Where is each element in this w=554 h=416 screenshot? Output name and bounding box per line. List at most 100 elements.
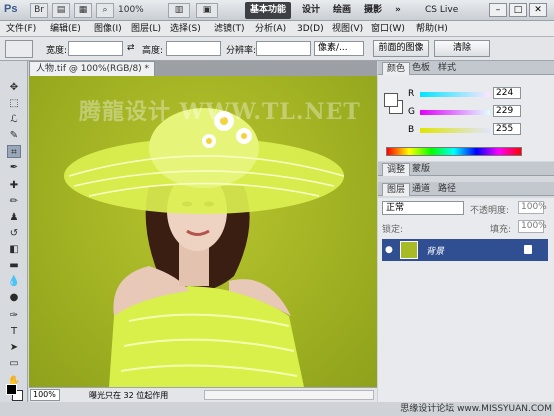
tab-styles[interactable]: 样式 [434, 62, 460, 75]
crop-preset-icon[interactable] [5, 40, 33, 58]
tab-adjustments[interactable]: 调整 [382, 163, 411, 176]
brush-tool-icon[interactable]: ✏ [7, 195, 21, 208]
shape-tool-icon[interactable]: ▭ [7, 357, 21, 370]
b-value[interactable]: 255 [493, 123, 521, 135]
pen-tool-icon[interactable]: ✑ [7, 309, 21, 322]
blend-mode-select[interactable]: 正常 [382, 201, 464, 215]
visibility-eye-icon[interactable]: ● [385, 245, 395, 255]
workspace-design[interactable]: 设计 [297, 2, 325, 19]
fill-input[interactable]: 100% [518, 220, 547, 233]
menu-filter[interactable]: 滤镜(T) [214, 22, 245, 36]
height-label: 高度: [142, 46, 164, 56]
menu-image[interactable]: 图像(I) [94, 22, 122, 36]
tools-panel: ✥ ⬚ ℒ ✎ ⌗ ✒ ✚ ✏ ♟ ↺ ◧ ▬ 💧 ● ✑ T ➤ ▭ ✋ ⌕ [0, 61, 28, 403]
swap-icon[interactable]: ⇄ [127, 43, 135, 53]
photoshop-window: Ps Br ▤ ▦ ⌕ 100% ▥ ▣ 基本功能 设计 绘画 摄影 » CS … [0, 0, 554, 416]
layer-row-background[interactable]: ● 背景 [382, 239, 548, 261]
healing-brush-tool-icon[interactable]: ✚ [7, 179, 21, 192]
app-bar: Ps Br ▤ ▦ ⌕ 100% ▥ ▣ 基本功能 设计 绘画 摄影 » CS … [0, 0, 554, 21]
status-message: 曝光只在 32 位起作用 [89, 391, 169, 400]
maximize-button[interactable]: □ [509, 3, 527, 17]
zoom-select[interactable]: 100% [118, 3, 164, 18]
fill-label: 填充: [490, 225, 512, 235]
type-tool-icon[interactable]: T [7, 325, 21, 338]
tab-layers[interactable]: 图层 [382, 183, 411, 196]
bridge-icon[interactable]: Br [30, 3, 48, 18]
clear-button[interactable]: 清除 [434, 40, 490, 57]
resolution-input[interactable] [256, 41, 311, 56]
ps-logo: Ps [4, 3, 18, 15]
opacity-label: 不透明度: [470, 206, 510, 216]
close-button[interactable]: ✕ [529, 3, 547, 17]
tab-masks[interactable]: 蒙版 [408, 163, 434, 176]
minibridge-icon[interactable]: ▤ [52, 3, 70, 18]
adjust-panel-tabs: 调整 蒙版 [378, 162, 554, 176]
quick-select-tool-icon[interactable]: ✎ [7, 129, 21, 142]
eraser-tool-icon[interactable]: ◧ [7, 243, 21, 256]
canvas-image[interactable]: 腾龍设计 WWW.TL.NET [29, 76, 377, 387]
menu-analysis[interactable]: 分析(A) [255, 22, 286, 36]
menu-3d[interactable]: 3D(D) [297, 22, 324, 36]
clone-stamp-tool-icon[interactable]: ♟ [7, 211, 21, 224]
layer-name[interactable]: 背景 [426, 244, 444, 257]
menu-bar: 文件(F) 编辑(E) 图像(I) 图层(L) 选择(S) 滤镜(T) 分析(A… [0, 21, 554, 37]
minimize-button[interactable]: – [489, 3, 507, 17]
resolution-unit-select[interactable]: 像素/... [314, 41, 364, 56]
color-spectrum-bar[interactable] [386, 147, 522, 156]
options-bar: 宽度: ⇄ 高度: 分辨率: 像素/... 前面的图像 清除 [0, 37, 554, 61]
g-value[interactable]: 229 [493, 105, 521, 117]
r-value[interactable]: 224 [493, 87, 521, 99]
workspace-painting[interactable]: 绘画 [328, 2, 356, 19]
opacity-input[interactable]: 100% [518, 201, 547, 214]
tab-swatches[interactable]: 色板 [408, 62, 434, 75]
b-label: B [408, 125, 415, 135]
eyedropper-tool-icon[interactable]: ✒ [7, 161, 21, 174]
r-label: R [408, 89, 415, 99]
menu-window[interactable]: 窗口(W) [371, 22, 405, 36]
workspace-more[interactable]: » [390, 2, 406, 19]
crop-tool-icon[interactable]: ⌗ [7, 145, 21, 158]
tab-channels[interactable]: 通道 [408, 183, 434, 196]
canvas-watermark: 腾龍设计 WWW.TL.NET [79, 99, 361, 125]
menu-select[interactable]: 选择(S) [170, 22, 201, 36]
height-input[interactable] [166, 41, 221, 56]
history-brush-tool-icon[interactable]: ↺ [7, 227, 21, 240]
tab-paths[interactable]: 路径 [434, 183, 460, 196]
marquee-tool-icon[interactable]: ⬚ [7, 97, 21, 110]
menu-layer[interactable]: 图层(L) [131, 22, 161, 36]
gradient-tool-icon[interactable]: ▬ [7, 259, 21, 272]
tab-color[interactable]: 颜色 [382, 62, 411, 75]
extras-icon[interactable]: ▦ [74, 3, 92, 18]
site-watermark: 思缘设计论坛 www.MISSYUAN.COM [400, 404, 552, 414]
dodge-tool-icon[interactable]: ● [7, 291, 21, 304]
layer-thumbnail [400, 241, 418, 259]
width-input[interactable] [68, 41, 123, 56]
layers-panel-tabs: 图层 通道 路径 [378, 182, 554, 196]
status-zoom-field[interactable]: 100% [30, 389, 60, 401]
foreground-color-swatch[interactable] [6, 384, 17, 395]
menu-edit[interactable]: 编辑(E) [50, 22, 81, 36]
lasso-tool-icon[interactable]: ℒ [7, 113, 21, 126]
g-label: G [408, 107, 415, 117]
document-tab[interactable]: 人物.tif @ 100%(RGB/8) * [29, 61, 155, 76]
screen-mode-icon[interactable]: ▣ [196, 3, 218, 18]
blur-tool-icon[interactable]: 💧 [7, 275, 21, 288]
r-slider[interactable] [420, 92, 490, 97]
width-label: 宽度: [46, 46, 68, 56]
lock-icon [524, 245, 532, 254]
menu-view[interactable]: 视图(V) [332, 22, 363, 36]
workspace-essentials[interactable]: 基本功能 [245, 2, 292, 19]
horizontal-scrollbar[interactable] [204, 390, 374, 400]
g-slider[interactable] [420, 110, 490, 115]
menu-help[interactable]: 帮助(H) [416, 22, 448, 36]
workspace-photography[interactable]: 摄影 [359, 2, 387, 19]
front-image-button[interactable]: 前面的图像 [373, 40, 429, 57]
path-select-tool-icon[interactable]: ➤ [7, 341, 21, 354]
arrange-docs-icon[interactable]: ▥ [168, 3, 190, 18]
cs-live-button[interactable]: CS Live [420, 2, 463, 19]
menu-file[interactable]: 文件(F) [6, 22, 36, 36]
b-slider[interactable] [420, 128, 490, 133]
panel-fg-swatch[interactable] [384, 93, 398, 107]
zoom-tool-icon[interactable]: ⌕ [96, 3, 114, 18]
move-tool-icon[interactable]: ✥ [7, 81, 21, 94]
